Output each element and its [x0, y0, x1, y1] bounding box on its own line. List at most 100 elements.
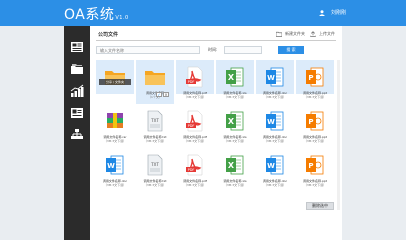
rar-file-icon	[96, 104, 134, 138]
file-size: （3M·3文下载）	[223, 139, 247, 143]
file-size: （3M·3文下载）	[303, 139, 327, 143]
scrollbar[interactable]	[337, 60, 340, 210]
file-item-rar[interactable]: 调用文件名称.rar （3M·3文下载）	[96, 104, 134, 148]
file-size: （3M·3文下载）	[263, 183, 287, 187]
svg-text:X: X	[228, 161, 235, 170]
file-item-word[interactable]: W 调用文件名称.doc （3M·3文下载）	[256, 60, 294, 104]
excel-file-icon: X	[216, 60, 254, 94]
svg-text:X: X	[228, 73, 235, 82]
file-item-txt[interactable]: TXT 调用文件名称.txt （3M·3文下载）	[136, 148, 174, 192]
svg-text:PDF: PDF	[188, 168, 195, 172]
folders-icon	[71, 64, 83, 74]
tooltip: 分享 / 文件夹	[99, 79, 131, 85]
close-icon[interactable]: ×	[163, 92, 169, 97]
file-item-word[interactable]: W 调用文件名称.doc （3M·3文下载）	[256, 104, 294, 148]
app-title: OA系统	[64, 7, 115, 23]
upload-label: 上传文件	[319, 31, 335, 36]
file-item-folder[interactable]: 调用文件名称 （1个文） ✓ ×	[136, 60, 174, 104]
file-size: （3M·3文下载）	[183, 95, 207, 99]
excel-file-icon: X	[216, 104, 254, 138]
file-item-pdf[interactable]: PDF 调用文件名称.pdf （3M·3文下载）	[176, 148, 214, 192]
file-item-ppt[interactable]: P 调用文件名称.ppt （3M·3文下载）	[296, 148, 334, 192]
svg-text:PDF: PDF	[188, 80, 195, 84]
stats-icon	[70, 84, 84, 97]
user-icon	[318, 9, 325, 16]
txt-file-icon: TXT	[136, 148, 174, 182]
upload-button[interactable]: 上传文件	[310, 31, 335, 37]
news-icon	[71, 108, 83, 118]
svg-text:P: P	[308, 162, 313, 170]
file-item-excel[interactable]: X 调用文件名称.xls （3M·3文下载）	[216, 148, 254, 192]
file-item-txt[interactable]: TXT 调用文件名称.txt （3M·3文下载）	[136, 104, 174, 148]
file-size: （3M·3文下载）	[183, 139, 207, 143]
user-name: 刘刚刚	[330, 10, 346, 16]
ppt-file-icon: P	[296, 104, 334, 138]
word-file-icon: W	[256, 60, 294, 94]
divider	[96, 40, 336, 41]
upload-icon	[310, 31, 316, 37]
word-file-icon: W	[96, 148, 134, 182]
folder-file-icon	[96, 60, 134, 94]
svg-text:W: W	[267, 162, 275, 170]
time-input[interactable]	[224, 46, 262, 54]
app-version: V1.0	[115, 15, 129, 21]
new-folder-icon	[276, 31, 282, 37]
pdf-file-icon: PDF	[176, 60, 214, 94]
search-input[interactable]	[96, 46, 200, 54]
svg-text:W: W	[267, 74, 275, 82]
file-item-folder[interactable]: 分享 / 文件夹	[96, 60, 134, 104]
select-checkbox[interactable]: ✓	[156, 92, 162, 97]
file-size: （3M·3文下载）	[143, 139, 167, 143]
file-item-pdf[interactable]: PDF 调用文件名称.pdf （3M·3文下载）	[176, 104, 214, 148]
svg-text:P: P	[308, 74, 313, 82]
new-folder-label: 新建文件夹	[285, 31, 305, 36]
file-size: （3M·3文下载）	[103, 139, 127, 143]
txt-file-icon: TXT	[136, 104, 174, 138]
sidebar-item-stats[interactable]	[64, 80, 90, 102]
svg-text:P: P	[308, 118, 313, 126]
time-label: 时间:	[208, 47, 218, 52]
file-size: （3M·3文下载）	[223, 95, 247, 99]
dashboard-icon	[71, 42, 83, 52]
svg-text:X: X	[228, 117, 235, 126]
sidebar-item-news[interactable]	[64, 102, 90, 124]
page-title: 公司文件	[98, 32, 119, 38]
sidebar-item-dashboard[interactable]	[64, 36, 90, 58]
file-item-word[interactable]: W 调用文件名称.doc （3M·3文下载）	[256, 148, 294, 192]
file-item-excel[interactable]: X 调用文件名称.xls （3M·3文下载）	[216, 104, 254, 148]
new-folder-button[interactable]: 新建文件夹	[276, 31, 305, 37]
pdf-file-icon: PDF	[176, 148, 214, 182]
main-panel: 公司文件 新建文件夹 上传文件 时间: 搜 索 分享 / 文件夹调用文件名称（1…	[90, 26, 342, 240]
pdf-file-icon: PDF	[176, 104, 214, 138]
header-bar: OA系统V1.0 刘刚刚	[0, 0, 406, 26]
file-item-word[interactable]: W 调用文件名称.doc （3M·3文下载）	[96, 148, 134, 192]
svg-text:TXT: TXT	[150, 118, 159, 123]
file-size: （3M·3文下载）	[263, 95, 287, 99]
file-size: （3M·3文下载）	[303, 95, 327, 99]
app-logo[interactable]: OA系统V1.0	[64, 4, 129, 24]
svg-text:W: W	[107, 162, 115, 170]
file-item-excel[interactable]: X 调用文件名称.xls （3M·3文下载）	[216, 60, 254, 104]
word-file-icon: W	[256, 148, 294, 182]
file-size: （3M·3文下载）	[303, 183, 327, 187]
sidebar-item-org[interactable]	[64, 124, 90, 146]
sidebar	[64, 26, 90, 240]
user-menu[interactable]: 刘刚刚	[318, 9, 346, 16]
ppt-file-icon: P	[296, 148, 334, 182]
search-button[interactable]: 搜 索	[278, 46, 304, 54]
file-size: （3M·3文下载）	[103, 183, 127, 187]
org-chart-icon	[71, 129, 83, 139]
file-size: （3M·3文下载）	[183, 183, 207, 187]
file-size: （3M·3文下载）	[143, 183, 167, 187]
file-size: （3M·3文下载）	[263, 139, 287, 143]
file-item-ppt[interactable]: P 调用文件名称.ppt （3M·3文下载）	[296, 60, 334, 104]
excel-file-icon: X	[216, 148, 254, 182]
file-item-ppt[interactable]: P 调用文件名称.ppt （3M·3文下载）	[296, 104, 334, 148]
svg-text:W: W	[267, 118, 275, 126]
sidebar-item-files[interactable]	[64, 58, 90, 80]
ppt-file-icon: P	[296, 60, 334, 94]
file-item-pdf[interactable]: PDF 调用文件名称.pdf （3M·3文下载）	[176, 60, 214, 104]
svg-text:TXT: TXT	[150, 162, 159, 167]
delete-selected-button[interactable]: 删除选中	[306, 202, 334, 210]
file-size: （3M·3文下载）	[223, 183, 247, 187]
